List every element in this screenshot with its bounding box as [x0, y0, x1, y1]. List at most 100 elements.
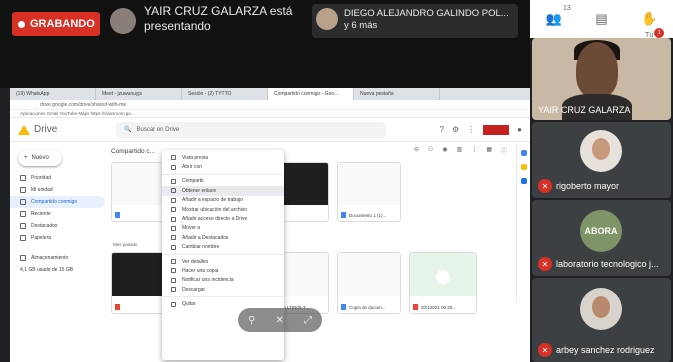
- shared-icon: [20, 199, 26, 205]
- info-icon[interactable]: ⓘ: [501, 146, 507, 155]
- self-button[interactable]: ✋ Tú 1: [638, 8, 665, 39]
- menu-item-add-workspace[interactable]: Añadir a espacio de trabajo: [162, 196, 284, 205]
- menu-item-details[interactable]: Ver detalles: [162, 257, 284, 266]
- help-icon[interactable]: ?: [440, 125, 444, 134]
- chat-button[interactable]: ▤: [590, 8, 612, 30]
- drive-sidebar: + Nuevo Prioridad Mi unidad Compartido c…: [10, 142, 105, 362]
- menu-item-report[interactable]: Notificar una incidencia: [162, 276, 284, 285]
- menu-item-add-shortcut[interactable]: Añadir acceso directo a Drive: [162, 214, 284, 223]
- content-toolbar: ⊖ ⚇ ◉ ▥ ⋮ ▦ ⓘ: [414, 146, 507, 155]
- menu-item-copy[interactable]: Hacer una copia: [162, 266, 284, 275]
- menu-item-get-link[interactable]: Obtener enlace: [162, 186, 284, 196]
- menu-item-label: Abrir con: [182, 164, 203, 171]
- avatar[interactable]: ●: [517, 125, 522, 134]
- share-icon[interactable]: ⚇: [428, 146, 433, 155]
- clock-icon: [20, 211, 26, 217]
- sidebar-item-recent[interactable]: Reciente: [10, 208, 105, 220]
- participant-tile[interactable]: ✕ arbey sanchez rodriguez: [532, 278, 671, 362]
- browser-tab-active[interactable]: Compartido conmigo - Goo...: [268, 88, 354, 100]
- flag-icon: [171, 277, 176, 283]
- chat-icon: ▤: [595, 11, 608, 26]
- sidebar-item-storage[interactable]: Almacenamiento: [10, 252, 105, 264]
- sidebar-item-starred[interactable]: Destacados: [10, 220, 105, 232]
- menu-item-preview[interactable]: Vista previa: [162, 153, 284, 162]
- keep-icon[interactable]: [520, 164, 527, 170]
- avatar: [580, 288, 622, 330]
- cloud-icon: [20, 255, 26, 261]
- more-icon[interactable]: ⋮: [471, 146, 477, 155]
- file-caption: Documento 1 (1)...: [341, 212, 386, 218]
- viewers-text: DIEGO ALEJANDRO GALINDO POL... y 6 más: [344, 8, 509, 32]
- video-icon: [115, 304, 120, 310]
- browser-tab[interactable]: Nueva pestaña: [354, 88, 440, 100]
- participant-name: YAIR CRUZ GALARZA: [538, 105, 630, 115]
- file-card[interactable]: 20/12021 00:20...: [409, 252, 477, 314]
- account-logo[interactable]: [483, 124, 510, 135]
- participant-name-text: arbey sanchez rodriguez: [556, 345, 655, 355]
- calendar-icon[interactable]: [520, 150, 527, 156]
- participants-button[interactable]: 👥 13: [543, 5, 571, 30]
- menu-item-show-location[interactable]: Mostrar ubicación del archivo: [162, 205, 284, 214]
- menu-item-label: Quitar: [182, 301, 196, 308]
- menu-item-download[interactable]: Descargar: [162, 285, 284, 294]
- mic-off-icon: ✕: [538, 343, 552, 357]
- fullscreen-icon[interactable]: ⤢: [304, 315, 312, 326]
- section-label: Mes pasado: [113, 242, 138, 247]
- gear-icon[interactable]: ⚙: [452, 125, 459, 134]
- participant-tile[interactable]: ✕ rigoberto mayor: [532, 122, 671, 198]
- file-card[interactable]: Documento 1 (1)...: [337, 162, 401, 222]
- menu-item-label: Añadir a espacio de trabajo: [182, 197, 243, 204]
- participant-tile[interactable]: ABORA ✕ laboratorio tecnologico j...: [532, 200, 671, 276]
- eye-icon[interactable]: ◉: [442, 146, 447, 155]
- pin-icon[interactable]: ⚲: [248, 315, 255, 326]
- menu-item-share[interactable]: Compartir: [162, 177, 284, 186]
- sidebar-item-trash[interactable]: Papelera: [10, 232, 105, 244]
- participant-name-text: rigoberto mayor: [556, 181, 620, 191]
- browser-tab[interactable]: Meet - jzuwunuyjs: [96, 88, 182, 100]
- storage-usage: 4,1 GB usado de 15 GB: [10, 264, 105, 276]
- file-name: Documento 1 (1)...: [349, 212, 387, 218]
- bookmarks-bar[interactable]: Aplicaciones Gmail YouTube Maps https://…: [10, 110, 530, 118]
- menu-item-open-with[interactable]: Abrir con: [162, 162, 284, 171]
- drive-search-input[interactable]: 🔍 Buscar en Drive: [116, 121, 386, 138]
- mute-icon[interactable]: ✕: [275, 315, 283, 326]
- star-icon: [171, 235, 176, 241]
- apps-icon[interactable]: ⋮: [467, 125, 475, 134]
- browser-tab[interactable]: (19) WhatsApp: [10, 88, 96, 100]
- browser-tab[interactable]: Sesión - (2) TYTTO: [182, 88, 268, 100]
- menu-divider: [162, 173, 284, 175]
- menu-item-star[interactable]: Añadir a Destacados: [162, 233, 284, 242]
- file-thumbnail: [338, 163, 400, 205]
- address-bar[interactable]: drive.google.com/drive/shared-with-me: [10, 100, 530, 110]
- sidebar-item-shared[interactable]: Compartido conmigo: [10, 196, 105, 208]
- menu-item-rename[interactable]: Cambiar nombre: [162, 243, 284, 252]
- trash-icon[interactable]: ▥: [457, 146, 463, 155]
- link-icon[interactable]: ⊖: [414, 146, 419, 155]
- file-card[interactable]: Copia de docum...: [337, 252, 401, 314]
- menu-item-label: Ver detalles: [182, 258, 209, 265]
- viewer-avatar: [316, 8, 338, 30]
- doc-icon: [341, 212, 346, 218]
- workspace-icon: [171, 197, 176, 203]
- priority-icon: [20, 175, 26, 181]
- drive-logo[interactable]: Drive: [18, 124, 108, 135]
- meet-controls: 👥 13 ▤ ✋ Tú 1: [530, 0, 673, 39]
- menu-item-label: Cambiar nombre: [182, 244, 220, 251]
- doc-icon: [341, 304, 346, 310]
- sidebar-item-my-drive[interactable]: Mi unidad: [10, 184, 105, 196]
- new-button[interactable]: + Nuevo: [18, 150, 62, 166]
- menu-item-move[interactable]: Mover a: [162, 224, 284, 233]
- grid-icon[interactable]: ▦: [486, 146, 492, 155]
- viewer-name: DIEGO ALEJANDRO GALINDO POL...: [344, 8, 509, 19]
- share-icon: [171, 178, 176, 184]
- participant-video: [576, 42, 618, 98]
- viewers-chip[interactable]: DIEGO ALEJANDRO GALINDO POL... y 6 más: [312, 4, 518, 38]
- meet-top-bar: GRABANDO YAIR CRUZ GALARZA está presenta…: [0, 0, 530, 88]
- sidebar-item-priority[interactable]: Prioridad: [10, 172, 105, 184]
- menu-item-label: Notificar una incidencia: [182, 277, 234, 284]
- participant-tile[interactable]: YAIR CRUZ GALARZA: [532, 38, 671, 120]
- participant-name-text: YAIR CRUZ GALARZA: [538, 105, 631, 115]
- doc-icon: [115, 212, 120, 218]
- tasks-icon[interactable]: [520, 178, 527, 184]
- star-icon: [20, 223, 26, 229]
